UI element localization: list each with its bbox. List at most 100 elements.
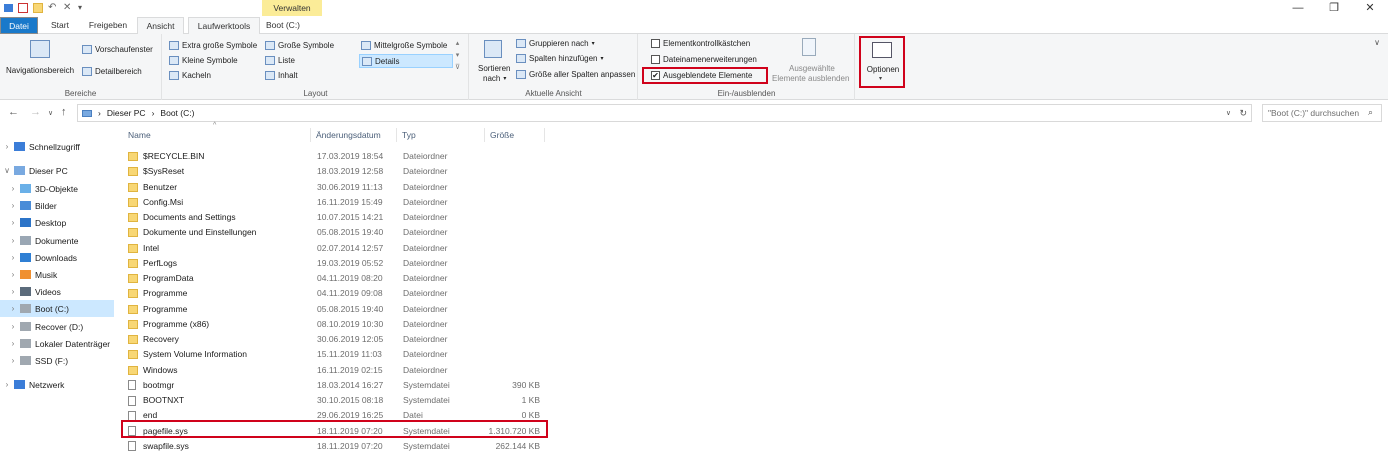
maximize-button[interactable]: ❐ — [1316, 0, 1352, 18]
table-row[interactable]: Programme (x86) 08.10.2019 10:30 Dateiordn… — [128, 317, 548, 332]
sidebar-item-boot-c-[interactable]: › Boot (C:) — [0, 300, 114, 317]
sidebar-item-desktop[interactable]: › Desktop — [0, 214, 114, 231]
layout-medium[interactable]: Mittelgroße Symbole — [361, 41, 447, 50]
nav-pane-button[interactable]: Navigationsbereich — [6, 66, 74, 75]
sort-dropdown[interactable]: nach ▾ — [483, 74, 506, 83]
table-row[interactable]: Benutzer 30.06.2019 11:13 Dateiordner — [128, 180, 548, 195]
address-history-icon[interactable]: ∨ — [1226, 109, 1231, 117]
table-row[interactable]: swapfile.sys 18.11.2019 07:20 Systemdatei 2… — [128, 439, 548, 454]
expand-icon[interactable]: ⊽ — [455, 63, 460, 71]
expand-chevron-icon[interactable]: › — [8, 304, 18, 313]
fit-columns-button[interactable]: Größe aller Spalten anpassen — [516, 70, 635, 79]
close-button[interactable]: ✕ — [1352, 0, 1388, 18]
expand-chevron-icon[interactable]: › — [8, 339, 18, 348]
layout-small[interactable]: Kleine Symbole — [169, 56, 238, 65]
expand-chevron-icon[interactable]: › — [8, 322, 18, 331]
tab-freigeben[interactable]: Freigeben — [84, 17, 132, 34]
back-icon[interactable]: ← — [8, 106, 19, 118]
expand-chevron-icon[interactable]: › — [8, 236, 18, 245]
table-row[interactable]: Dokumente und Einstellungen 05.08.2015 19… — [128, 225, 548, 240]
preview-pane-button[interactable]: Vorschaufenster — [82, 45, 153, 54]
expand-chevron-icon[interactable]: › — [8, 287, 18, 296]
table-row[interactable]: ProgramData 04.11.2019 08:20 Dateiordner — [128, 271, 548, 286]
scroll-down-icon[interactable]: ▾ — [456, 51, 460, 59]
table-row[interactable]: Programme 04.11.2019 09:08 Dateiordner — [128, 286, 548, 301]
tab-laufwerktools[interactable]: Laufwerktools — [188, 17, 260, 34]
minimize-button[interactable]: — — [1280, 0, 1316, 18]
recent-locations-icon[interactable]: ∨ — [48, 109, 53, 117]
details-pane-button[interactable]: Detailbereich — [82, 67, 142, 76]
sidebar-item-dokumente[interactable]: › Dokumente — [0, 232, 114, 249]
table-row[interactable]: bootmgr 18.03.2014 16:27 Systemdatei 390 KB — [128, 378, 548, 393]
table-row[interactable]: Intel 02.07.2014 12:57 Dateiordner — [128, 241, 548, 256]
table-row[interactable]: Config.Msi 16.11.2019 15:49 Dateiordner — [128, 195, 548, 210]
column-date[interactable]: Änderungsdatum — [311, 128, 397, 142]
extensions-toggle[interactable]: Dateinamenerweiterungen — [651, 55, 757, 64]
hidden-items-checkbox[interactable]: ✔ — [651, 71, 660, 80]
forward-icon[interactable]: → — [30, 106, 41, 118]
scroll-up-icon[interactable]: ▴ — [456, 39, 460, 47]
sidebar-item-videos[interactable]: › Videos — [0, 283, 114, 300]
item-checkboxes-checkbox[interactable] — [651, 39, 660, 48]
sidebar-item-recover-d-[interactable]: › Recover (D:) — [0, 318, 114, 335]
table-row[interactable]: System Volume Information 15.11.2019 11:0… — [128, 347, 548, 362]
search-input[interactable]: "Boot (C:)" durchsuchen — [1262, 104, 1382, 122]
customize-qat-icon[interactable]: ▾ — [78, 3, 88, 13]
layout-tiles[interactable]: Kacheln — [169, 71, 211, 80]
layout-large[interactable]: Große Symbole — [265, 41, 334, 50]
add-columns-button[interactable]: Spalten hinzufügen ▾ — [516, 54, 604, 63]
sidebar-item-3d-objekte[interactable]: › 3D-Objekte — [0, 180, 114, 197]
breadcrumb-this-pc[interactable]: Dieser PC — [107, 108, 146, 118]
tab-ansicht[interactable]: Ansicht — [137, 17, 184, 35]
table-row[interactable]: $RECYCLE.BIN 17.03.2019 18:54 Dateiordner — [128, 149, 548, 164]
extensions-checkbox[interactable] — [651, 55, 660, 64]
layout-content[interactable]: Inhalt — [265, 71, 298, 80]
sidebar-item-dieser-pc[interactable]: ∨ Dieser PC — [0, 162, 114, 179]
table-row[interactable]: $SysReset 18.03.2019 12:58 Dateiordner — [128, 164, 548, 179]
column-size[interactable]: Größe — [485, 128, 545, 142]
expand-chevron-icon[interactable]: › — [8, 270, 18, 279]
group-by-button[interactable]: Gruppieren nach ▾ — [516, 39, 595, 48]
sidebar-item-ssd-f-[interactable]: › SSD (F:) — [0, 352, 114, 369]
breadcrumb-boot-c[interactable]: Boot (C:) — [160, 108, 194, 118]
sort-label[interactable]: Sortieren — [478, 64, 510, 73]
table-row[interactable]: PerfLogs 19.03.2019 05:52 Dateiordner — [128, 256, 548, 271]
sidebar-item-schnellzugriff[interactable]: › Schnellzugriff — [0, 138, 114, 155]
expand-chevron-icon[interactable]: › — [2, 380, 12, 389]
layout-extra-large[interactable]: Extra große Symbole — [169, 41, 257, 50]
table-row[interactable]: Windows 16.11.2019 02:15 Dateiordner — [128, 363, 548, 378]
undo-icon[interactable]: ↶ — [48, 3, 58, 13]
layout-details[interactable]: Details — [359, 54, 453, 68]
sidebar-item-musik[interactable]: › Musik — [0, 266, 114, 283]
tab-start[interactable]: Start — [42, 17, 78, 34]
tab-datei[interactable]: Datei — [0, 17, 38, 34]
expand-chevron-icon[interactable]: › — [8, 253, 18, 262]
expand-chevron-icon[interactable]: ∨ — [2, 166, 12, 175]
column-name[interactable]: Name — [123, 128, 311, 142]
expand-chevron-icon[interactable]: › — [8, 356, 18, 365]
table-row[interactable]: Programme 05.08.2015 19:40 Dateiordner — [128, 302, 548, 317]
refresh-icon[interactable]: ↻ — [1239, 108, 1247, 119]
address-box[interactable]: › Dieser PC › Boot (C:) ∨ ↻ — [77, 104, 1252, 122]
expand-chevron-icon[interactable]: › — [2, 142, 12, 151]
table-row[interactable]: Documents and Settings 10.07.2015 14:21 Da… — [128, 210, 548, 225]
hidden-items-toggle[interactable]: ✔ Ausgeblendete Elemente — [642, 67, 768, 84]
sidebar-item-downloads[interactable]: › Downloads — [0, 249, 114, 266]
collapse-ribbon-icon[interactable]: ∨ — [1374, 38, 1380, 47]
expand-chevron-icon[interactable]: › — [8, 218, 18, 227]
table-row[interactable]: BOOTNXT 30.10.2015 08:18 Systemdatei 1 KB — [128, 393, 548, 408]
new-folder-icon[interactable] — [33, 3, 43, 13]
layout-scroll[interactable]: ▴ ▾ ⊽ — [455, 39, 460, 71]
expand-chevron-icon[interactable]: › — [8, 184, 18, 193]
options-button[interactable]: Optionen ▾ — [859, 36, 905, 88]
context-tab-verwalten[interactable]: Verwalten — [262, 0, 322, 16]
sidebar-item-bilder[interactable]: › Bilder — [0, 197, 114, 214]
item-checkboxes-toggle[interactable]: Elementkontrollkästchen — [651, 39, 750, 48]
delete-icon[interactable]: ✕ — [63, 3, 73, 13]
sidebar-item-netzwerk[interactable]: › Netzwerk — [0, 376, 114, 393]
expand-chevron-icon[interactable]: › — [8, 201, 18, 210]
sidebar-item-lokaler-datentr-ger[interactable]: › Lokaler Datenträger — [0, 335, 114, 352]
properties-icon[interactable] — [18, 3, 28, 13]
column-type[interactable]: Typ — [397, 128, 485, 142]
hide-selected-button[interactable]: Elemente ausblenden — [772, 74, 849, 83]
